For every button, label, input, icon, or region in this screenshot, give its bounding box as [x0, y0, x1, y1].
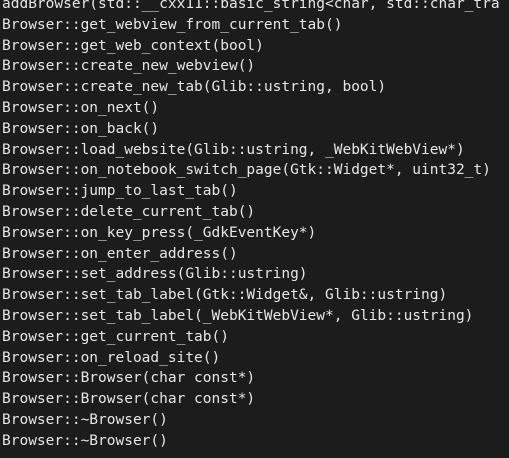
terminal-line: Browser::get_webview_from_current_tab() — [2, 16, 343, 33]
terminal-line: Browser::Browser(char const*) — [2, 391, 256, 408]
terminal-line: Browser::on_back() — [2, 120, 160, 137]
terminal-line: Browser::create_new_webview() — [2, 58, 256, 75]
terminal-output: addBrowser(std::__cxx11::basic_string<ch… — [0, 0, 509, 458]
terminal-line: Browser::~Browser() — [2, 432, 168, 449]
terminal-line: Browser::set_tab_label(_WebKitWebView*, … — [2, 307, 474, 324]
terminal-line: Browser::on_next() — [2, 99, 160, 116]
terminal-line: Browser::~Browser() — [2, 411, 168, 428]
terminal-line: Browser::get_current_tab() — [2, 328, 229, 345]
terminal-line: Browser::on_notebook_switch_page(Gtk::Wi… — [2, 162, 491, 179]
terminal-line: Browser::jump_to_last_tab() — [2, 183, 238, 200]
terminal-line: Browser::create_new_tab(Glib::ustring, b… — [2, 79, 387, 96]
terminal-line: Browser::on_enter_address() — [2, 245, 238, 262]
terminal-line: addBrowser(std::__cxx11::basic_string<ch… — [2, 0, 500, 12]
terminal-line: Browser::Browser(char const*) — [2, 370, 256, 387]
terminal-line: Browser::on_key_press(_GdkEventKey*) — [2, 224, 317, 241]
terminal-line: Browser::on_reload_site() — [2, 349, 221, 366]
terminal-line: Browser::delete_current_tab() — [2, 203, 256, 220]
terminal-line: Browser::get_web_context(bool) — [2, 37, 264, 54]
terminal-line: Browser::set_tab_label(Gtk::Widget&, Gli… — [2, 287, 448, 304]
terminal-line: Browser::set_address(Glib::ustring) — [2, 266, 308, 283]
terminal-line: Browser::load_website(Glib::ustring, _We… — [2, 141, 465, 158]
